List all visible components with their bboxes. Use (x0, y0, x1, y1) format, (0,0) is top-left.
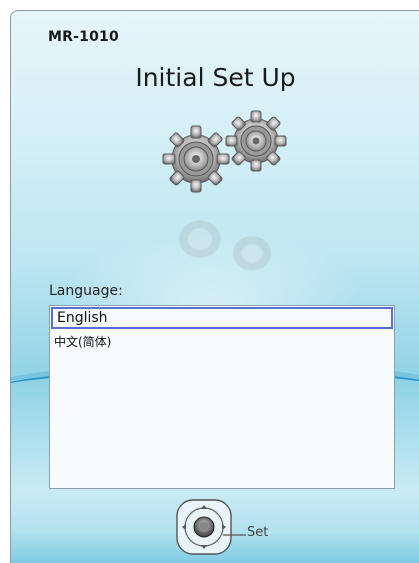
page-title: Initial Set Up (135, 63, 296, 92)
model-name: MR-1010 (48, 29, 119, 45)
gears-reflection (179, 220, 272, 271)
gears-icon (162, 110, 287, 193)
language-option-chinese-simplified[interactable]: 中文(简体) (50, 332, 394, 352)
language-list[interactable]: English 中文(简体) (49, 305, 395, 489)
language-label: Language: (49, 283, 123, 299)
set-label: Set (247, 525, 269, 540)
language-option-english[interactable]: English (51, 307, 393, 329)
device-screen: MR-1010 Initial Set Up Language: English… (10, 10, 419, 563)
